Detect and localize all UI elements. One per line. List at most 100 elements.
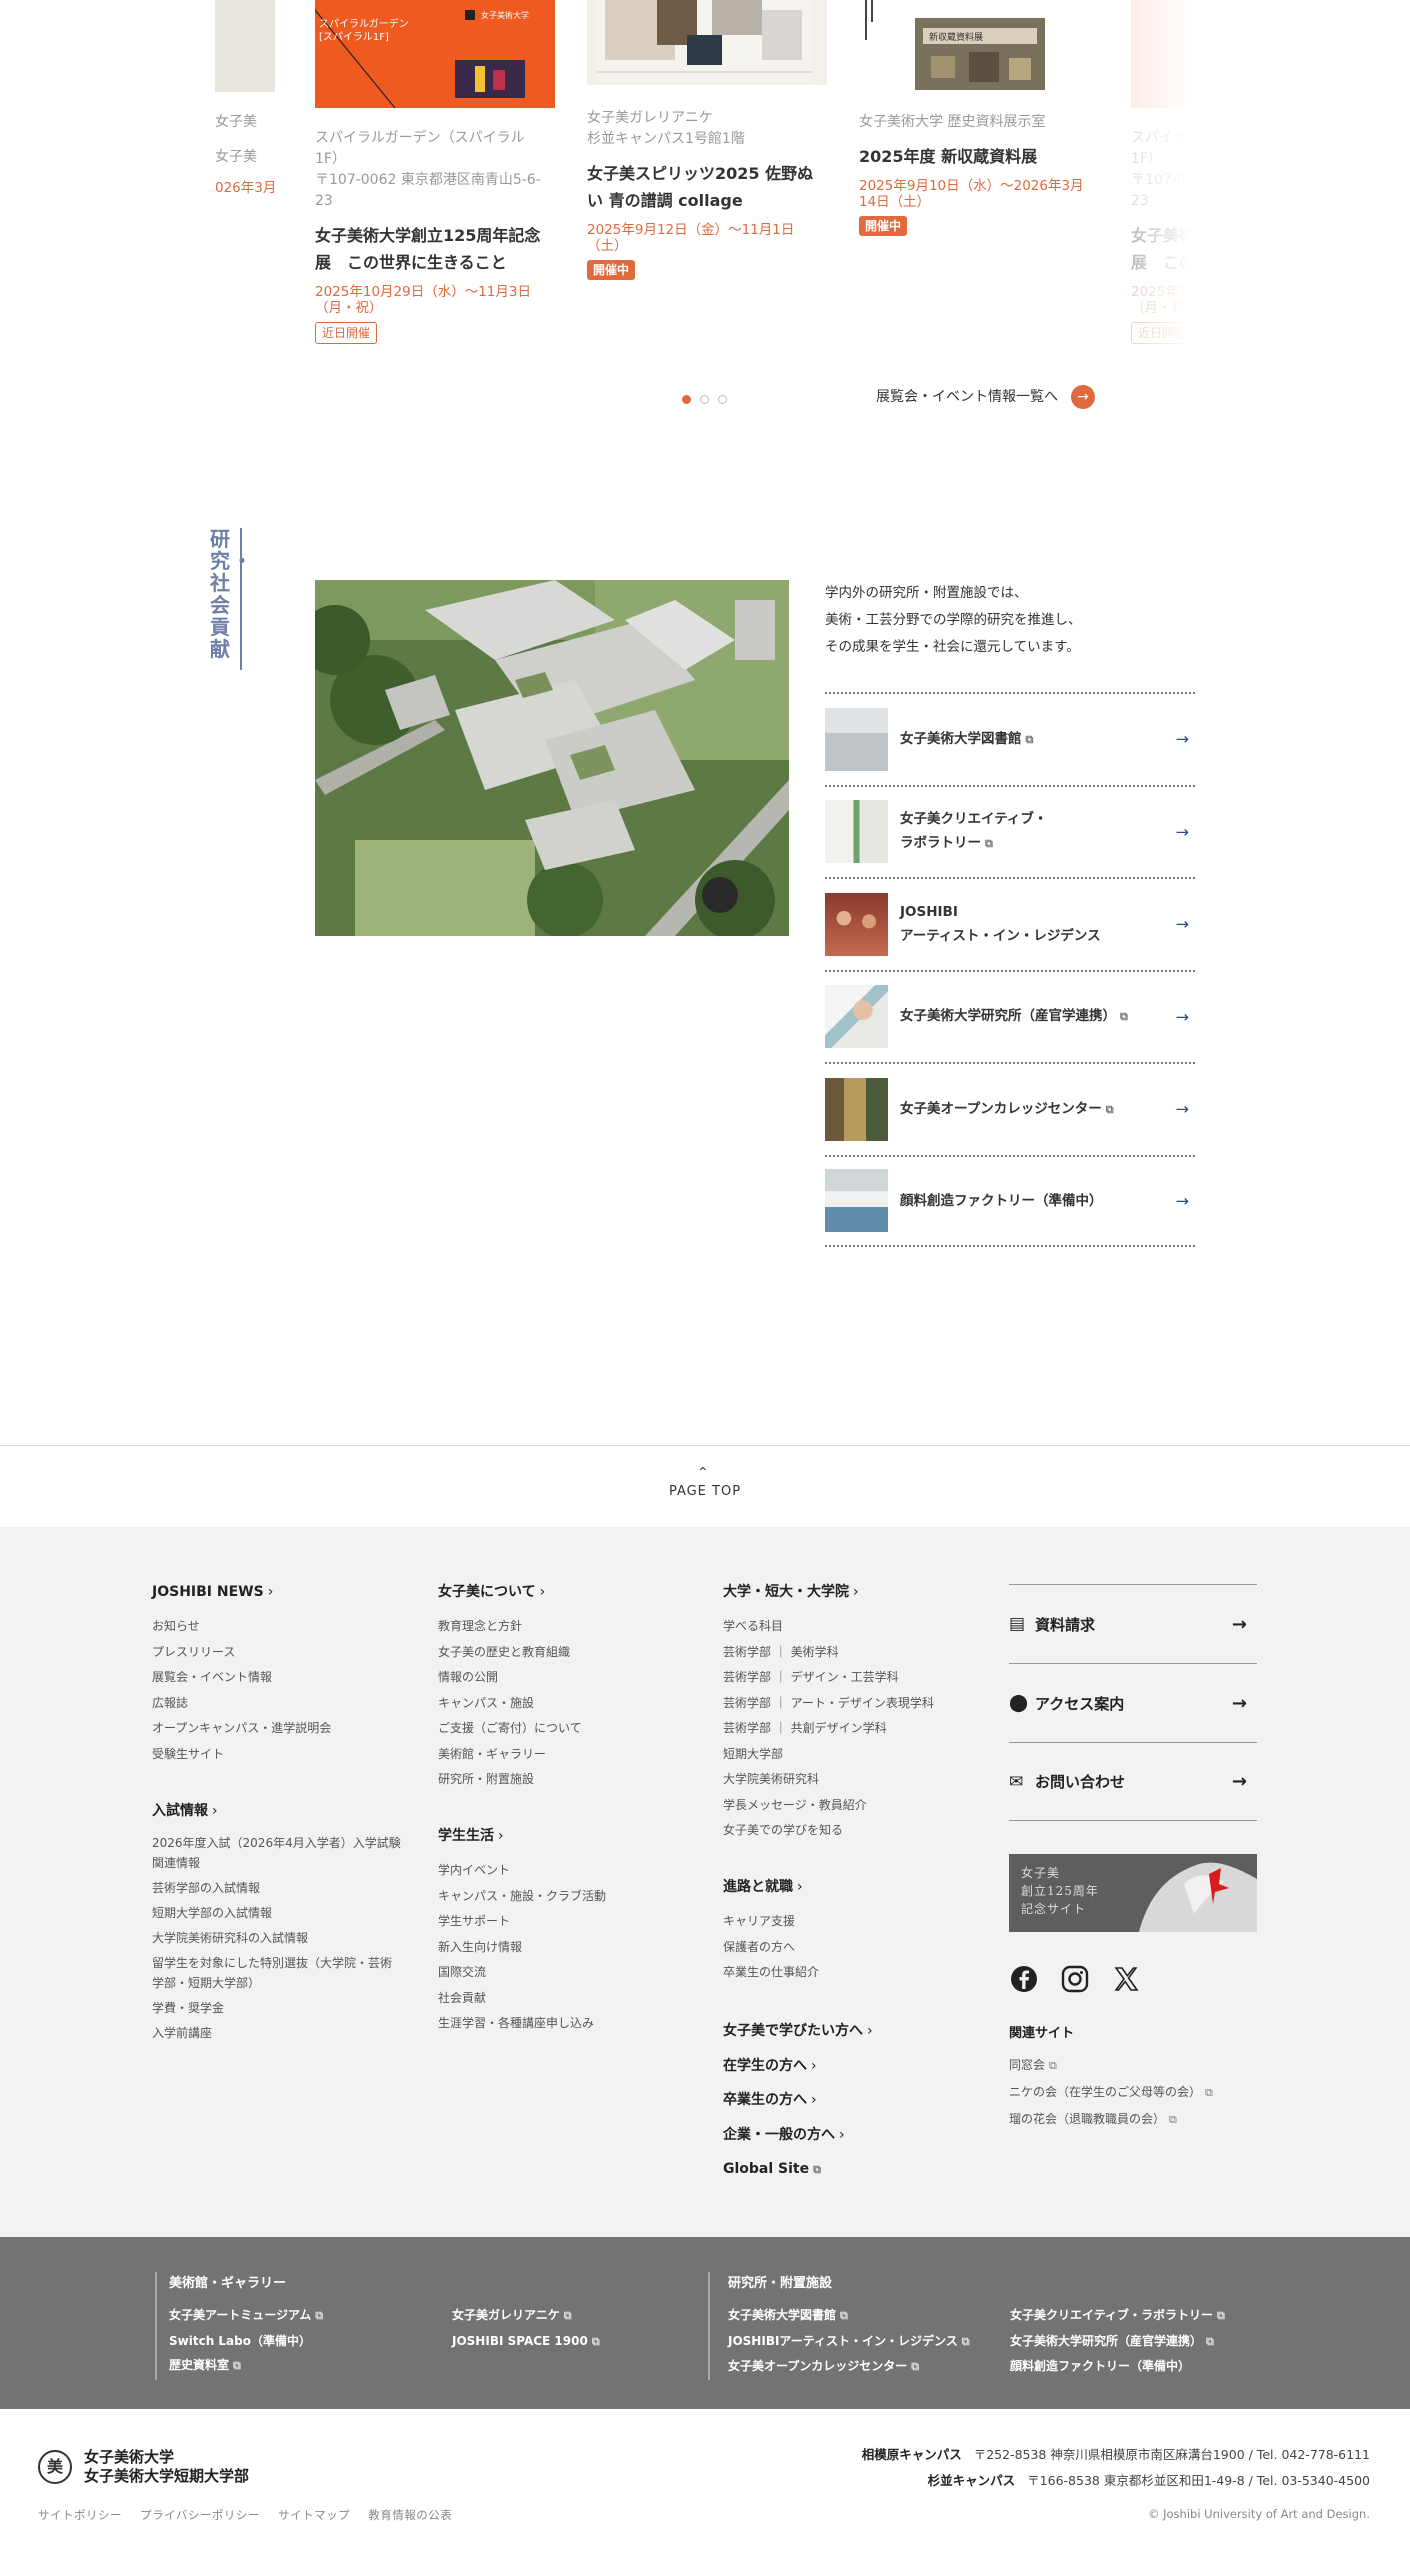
facebook-icon[interactable] [1009, 1964, 1039, 1994]
access-button[interactable]: ⬤ アクセス案内 → [1009, 1663, 1257, 1742]
research-link-pigment-factory[interactable]: 顔料創造ファクトリー（準備中） → [825, 1154, 1195, 1247]
band-link[interactable]: JOSHIBI SPACE 1900 ⧉ [452, 2329, 600, 2355]
footer-link[interactable]: 2026年度入試（2026年4月入学者）入学試験関連情報 [152, 1833, 402, 1873]
research-link-creative-lab[interactable]: 女子美クリエイティブ・ ラボラトリー ⧉ → [825, 784, 1195, 878]
exhibition-card[interactable]: 新収蔵資料展 女子美術大学 歴史資料展示室 2025年度 新収蔵資料展 2025… [859, 0, 1099, 236]
exhibition-card-partial-right[interactable]: スパイラルガーデン（スパイラル1F） 〒107-0062 東京都港区南青山5-6… [1131, 0, 1211, 344]
footer-link-companies[interactable]: 企業・一般の方へ › [723, 2118, 983, 2153]
footer-heading-univ[interactable]: 大学・短大・大学院 › [723, 1580, 983, 1604]
footer-link[interactable]: プレスリリース [152, 1640, 402, 1666]
footer-link[interactable]: お知らせ [152, 1614, 402, 1640]
page-top-button[interactable]: PAGE TOP [0, 1484, 1410, 1499]
band-link[interactable]: 女子美オープンカレッジセンター ⧉ [728, 2354, 970, 2380]
related-sites-heading: 関連サイト [1009, 2026, 1075, 2041]
footer-link[interactable]: 教育理念と方針 [438, 1614, 688, 1640]
band-link[interactable]: 歴史資料室 ⧉ [169, 2353, 323, 2379]
site-policy-link[interactable]: サイトポリシー [38, 2508, 122, 2522]
footer-link[interactable]: 入学前講座 [152, 2023, 402, 2043]
research-link-residence[interactable]: JOSHIBI アーティスト・イン・レジデンス → [825, 877, 1195, 970]
arrow-right-icon: → [1175, 914, 1189, 934]
footer-link[interactable]: 芸術学部 ｜ アート・デザイン表現学科 [723, 1691, 983, 1717]
research-link-label: 顔料創造ファクトリー（準備中） [900, 1192, 1103, 1209]
carousel-dot-1[interactable] [682, 395, 691, 404]
arrow-right-icon[interactable]: → [1071, 385, 1095, 409]
footer-link[interactable]: 保護者の方へ [723, 1935, 983, 1961]
research-link-library[interactable]: 女子美術大学図書館 ⧉ → [825, 692, 1195, 785]
request-materials-button[interactable]: ▤ 資料請求 → [1009, 1584, 1257, 1663]
footer-link[interactable]: 芸術学部 ｜ デザイン・工芸学科 [723, 1665, 983, 1691]
footer-link-prospective[interactable]: 女子美で学びたい方へ › [723, 2014, 983, 2049]
footer-link[interactable]: 学費・奨学金 [152, 1998, 402, 2018]
museum-links-col2: 女子美ガレリアニケ ⧉ JOSHIBI SPACE 1900 ⧉ [452, 2303, 600, 2354]
footer-link[interactable]: 広報誌 [152, 1691, 402, 1717]
education-info-link[interactable]: 教育情報の公表 [368, 2508, 452, 2522]
footer-link[interactable]: 生涯学習・各種講座申し込み [438, 2011, 688, 2037]
band-link[interactable]: 女子美ガレリアニケ ⧉ [452, 2303, 600, 2329]
footer-link[interactable]: 留学生を対象にした特別選抜（大学院・芸術学部・短期大学部） [152, 1953, 402, 1993]
footer-link[interactable]: 受験生サイト [152, 1742, 402, 1768]
footer-link[interactable]: 学内イベント [438, 1858, 688, 1884]
footer-link[interactable]: 大学院美術研究科 [723, 1767, 983, 1793]
footer-link[interactable]: オープンキャンパス・進学説明会 [152, 1716, 402, 1742]
band-link[interactable]: 女子美術大学図書館 ⧉ [728, 2303, 970, 2329]
footer-link[interactable]: 女子美の歴史と教育組織 [438, 1640, 688, 1666]
footer-link[interactable]: 芸術学部 ｜ 共創デザイン学科 [723, 1716, 983, 1742]
footer-link[interactable]: 大学院美術研究科の入試情報 [152, 1928, 402, 1948]
footer-link[interactable]: 学生サポート [438, 1909, 688, 1935]
carousel-dot-2[interactable] [700, 395, 709, 404]
footer-link[interactable]: 研究所・附置施設 [438, 1767, 688, 1793]
footer-heading-career[interactable]: 進路と就職 › [723, 1875, 983, 1899]
footer-link[interactable]: 国際交流 [438, 1960, 688, 1986]
footer-heading-about[interactable]: 女子美について › [438, 1580, 688, 1604]
exhibition-card[interactable]: 女子美ガレリアニケ 杉並キャンパス1号館1階 女子美スピリッツ2025 佐野ぬい… [587, 0, 827, 280]
band-link[interactable]: Switch Labo（準備中） [169, 2329, 323, 2354]
band-link[interactable]: 顔料創造ファクトリー（準備中） [1010, 2354, 1225, 2379]
related-link-parents[interactable]: ニケの会（在学生のご父母等の会） ⧉ [1009, 2079, 1213, 2106]
exhibition-card[interactable]: スパイラルガーデン [スパイラル1F] 女子美術大学 スパイラルガーデン（スパイ… [315, 0, 555, 344]
footer-link[interactable]: 社会貢献 [438, 1986, 688, 2012]
band-link[interactable]: 女子美アートミュージアム ⧉ [169, 2303, 323, 2329]
chevron-up-icon[interactable]: ⌃ [697, 1465, 709, 1481]
footer-link[interactable]: 学長メッセージ・教員紹介 [723, 1793, 983, 1819]
footer-link[interactable]: 芸術学部の入試情報 [152, 1878, 402, 1898]
contact-button[interactable]: ✉ お問い合わせ → [1009, 1742, 1257, 1821]
band-link[interactable]: 女子美クリエイティブ・ラボラトリー ⧉ [1010, 2303, 1225, 2329]
footer-link[interactable]: 短期大学部の入試情報 [152, 1903, 402, 1923]
footer-link[interactable]: 情報の公開 [438, 1665, 688, 1691]
band-link[interactable]: JOSHIBIアーティスト・イン・レジデンス ⧉ [728, 2329, 970, 2355]
privacy-policy-link[interactable]: プライバシーポリシー [140, 2508, 260, 2522]
footer-link[interactable]: 学べる科目 [723, 1614, 983, 1640]
research-links-col1: 女子美術大学図書館 ⧉ JOSHIBIアーティスト・イン・レジデンス ⧉ 女子美オー… [728, 2303, 970, 2380]
footer-heading-exam[interactable]: 入試情報 › [152, 1799, 402, 1823]
exhibition-card-partial-left[interactable]: 女子美 女子美 026年3月 [215, 0, 275, 196]
footer-link[interactable]: 新入生向け情報 [438, 1935, 688, 1961]
footer-link-global-site[interactable]: Global Site ⧉ [723, 2152, 983, 2188]
anniversary-site-banner[interactable]: 女子美 創立125周年 記念サイト [1009, 1854, 1257, 1932]
university-logo[interactable]: 美 [38, 2450, 72, 2484]
footer-link[interactable]: ご支援（ご寄付）について [438, 1716, 688, 1742]
research-link-research-institute[interactable]: 女子美術大学研究所（産官学連携） ⧉ → [825, 969, 1195, 1063]
exhibition-list-link[interactable]: 展覧会・イベント情報一覧へ [876, 385, 1058, 409]
footer-link[interactable]: 美術館・ギャラリー [438, 1742, 688, 1768]
sitemap-link[interactable]: サイトマップ [278, 2508, 350, 2522]
footer-link[interactable]: 女子美での学びを知る [723, 1818, 983, 1844]
footer-link[interactable]: 展覧会・イベント情報 [152, 1665, 402, 1691]
instagram-icon[interactable] [1060, 1964, 1090, 1994]
related-link-retired-staff[interactable]: 瑠の花会（退職教職員の会） ⧉ [1009, 2106, 1213, 2133]
footer-link[interactable]: キャリア支援 [723, 1909, 983, 1935]
band-link[interactable]: 女子美術大学研究所（産官学連携） ⧉ [1010, 2329, 1225, 2355]
footer-heading-life[interactable]: 学生生活 › [438, 1824, 688, 1848]
footer-link[interactable]: 卒業生の仕事紹介 [723, 1960, 983, 1986]
footer-link[interactable]: 短期大学部 [723, 1742, 983, 1768]
university-name[interactable]: 女子美術大学 女子美術大学短期大学部 [84, 2448, 249, 2486]
footer-link[interactable]: 芸術学部 ｜ 美術学科 [723, 1640, 983, 1666]
related-link-alumni[interactable]: 同窓会 ⧉ [1009, 2052, 1213, 2079]
carousel-dot-3[interactable] [718, 395, 727, 404]
footer-link-students[interactable]: 在学生の方へ › [723, 2049, 983, 2084]
footer-link[interactable]: キャンパス・施設・クラブ活動 [438, 1884, 688, 1910]
footer-link[interactable]: キャンパス・施設 [438, 1691, 688, 1717]
footer-heading-news[interactable]: JOSHIBI NEWS › [152, 1580, 402, 1604]
research-link-open-college[interactable]: 女子美オープンカレッジセンター ⧉ → [825, 1062, 1195, 1155]
x-icon[interactable] [1111, 1964, 1141, 1994]
footer-link-alumni[interactable]: 卒業生の方へ › [723, 2083, 983, 2118]
